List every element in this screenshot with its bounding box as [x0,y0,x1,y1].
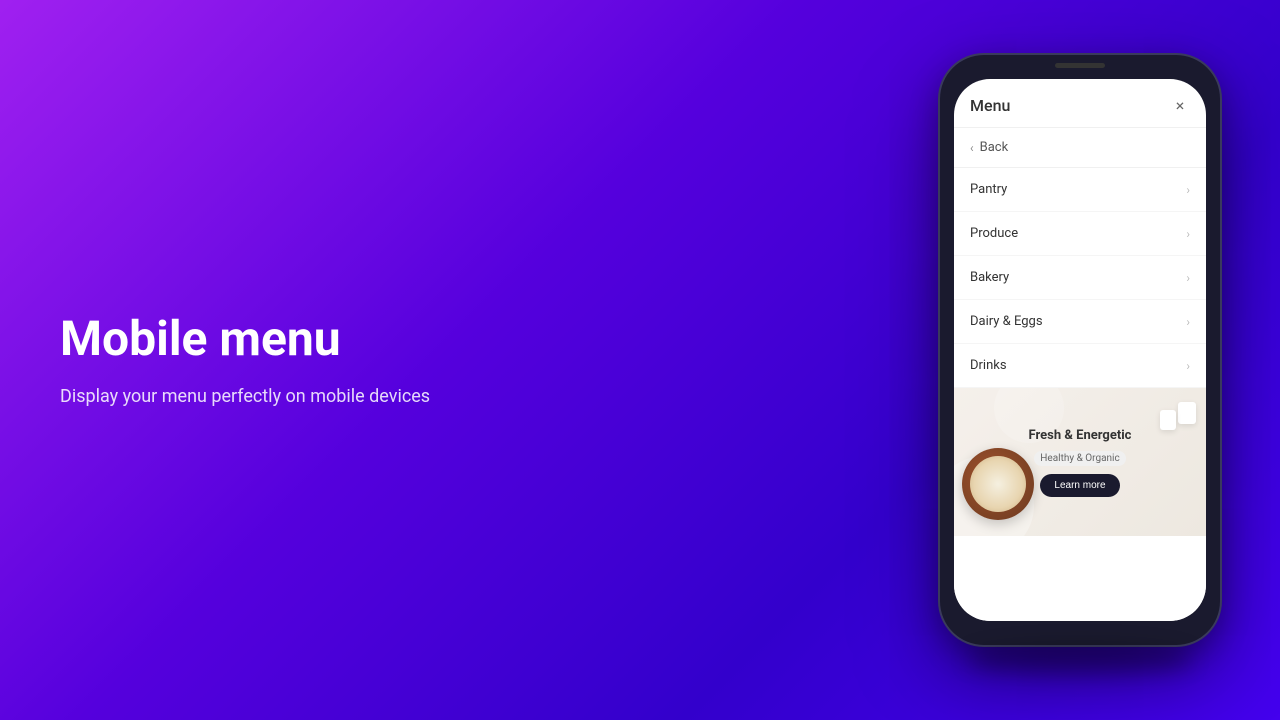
screen-bottom [954,536,1206,621]
menu-item-label: Bakery [970,270,1009,285]
bowl-contents [970,456,1026,512]
spice-jar-1 [1178,402,1196,424]
banner-text-container: Fresh & Energetic Healthy & Organic Lear… [1020,428,1140,497]
chevron-right-icon: › [1186,271,1190,285]
menu-item-produce[interactable]: Produce › [954,212,1206,256]
menu-header: Menu × [954,79,1206,128]
close-button[interactable]: × [1170,95,1190,115]
chevron-right-icon: › [1186,183,1190,197]
menu-item-label: Dairy & Eggs [970,314,1043,329]
banner-title: Fresh & Energetic [1020,428,1140,443]
menu-item-label: Pantry [970,182,1007,197]
menu-item-label: Produce [970,226,1018,241]
back-label: Back [980,140,1009,155]
phone-speaker [1055,63,1105,68]
page-title: Mobile menu [60,313,880,366]
banner-subtitle: Healthy & Organic [1034,451,1125,466]
phone-mockup-section: Menu × ‹ Back Pantry › Produce › [940,55,1280,665]
chevron-right-icon: › [1186,227,1190,241]
promo-banner: Fresh & Energetic Healthy & Organic Lear… [954,388,1206,536]
menu-item-dairy-eggs[interactable]: Dairy & Eggs › [954,300,1206,344]
left-section: Mobile menu Display your menu perfectly … [0,233,940,487]
menu-item-pantry[interactable]: Pantry › [954,168,1206,212]
phone-screen: Menu × ‹ Back Pantry › Produce › [954,79,1206,621]
phone-notch [1025,55,1135,79]
learn-more-button[interactable]: Learn more [1040,474,1119,497]
menu-item-drinks[interactable]: Drinks › [954,344,1206,388]
chevron-right-icon: › [1186,315,1190,329]
menu-item-bakery[interactable]: Bakery › [954,256,1206,300]
page-subtitle: Display your menu perfectly on mobile de… [60,386,880,407]
menu-item-label: Drinks [970,358,1007,373]
phone-frame: Menu × ‹ Back Pantry › Produce › [940,55,1220,645]
menu-title: Menu [970,96,1010,115]
back-row[interactable]: ‹ Back [954,128,1206,168]
chevron-right-icon: › [1186,359,1190,373]
screen-content: Menu × ‹ Back Pantry › Produce › [954,79,1206,621]
chevron-left-icon: ‹ [970,141,974,155]
spice-jar-2 [1160,410,1176,430]
